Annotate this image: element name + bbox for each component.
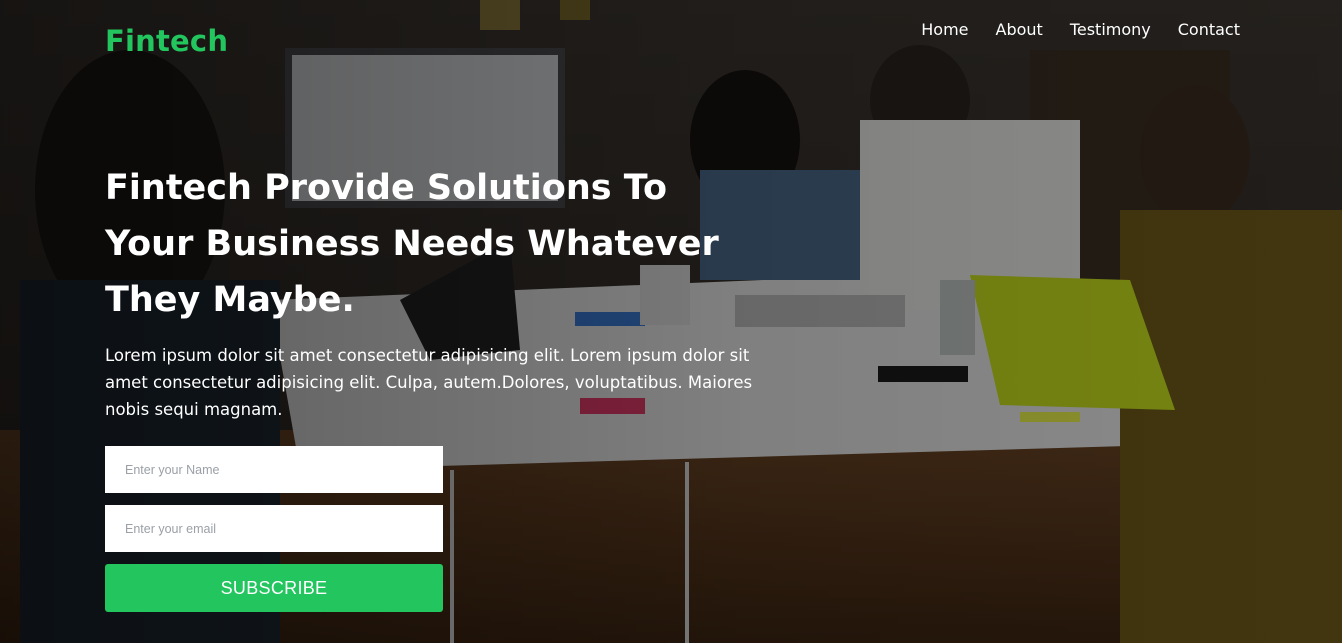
nav-link-contact[interactable]: Contact [1178,20,1240,39]
hero-description: Lorem ipsum dolor sit amet consectetur a… [105,346,753,419]
name-input[interactable] [105,446,443,493]
nav-link-testimony[interactable]: Testimony [1070,20,1151,39]
subscribe-form: SUBSCRIBE [105,446,443,612]
subscribe-button[interactable]: SUBSCRIBE [105,564,443,612]
email-input[interactable] [105,505,443,552]
hero-content: Fintech Provide Solutions To Your Busine… [105,160,805,423]
hero-section: Fintech Home About Testimony Contact Fin… [0,0,1342,643]
nav-link-home[interactable]: Home [921,20,968,39]
nav-link-about[interactable]: About [996,20,1043,39]
navbar: Fintech Home About Testimony Contact [105,18,1240,66]
nav-menu: Home About Testimony Contact [921,20,1240,39]
brand-logo[interactable]: Fintech [105,24,228,58]
hero-title: Fintech Provide Solutions To Your Busine… [105,168,719,320]
